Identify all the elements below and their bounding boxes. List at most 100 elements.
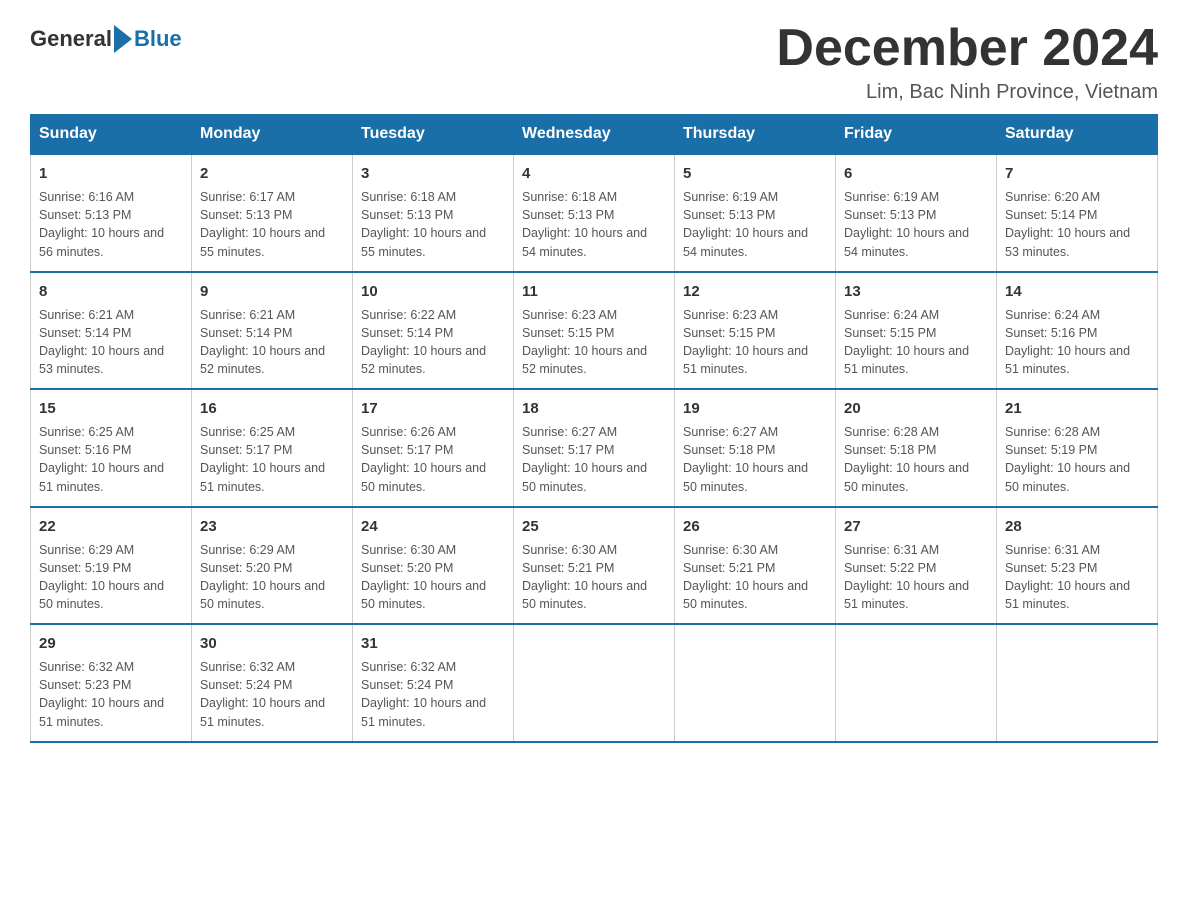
location: Lim, Bac Ninh Province, Vietnam (776, 81, 1158, 104)
day-number: 31 (361, 633, 505, 654)
day-info: Sunrise: 6:29 AMSunset: 5:19 PMDaylight:… (39, 541, 183, 614)
calendar-table: SundayMondayTuesdayWednesdayThursdayFrid… (30, 114, 1158, 743)
calendar-day-cell: 2Sunrise: 6:17 AMSunset: 5:13 PMDaylight… (192, 154, 353, 272)
day-info: Sunrise: 6:18 AMSunset: 5:13 PMDaylight:… (522, 188, 666, 261)
sunset-text: Sunset: 5:14 PM (1005, 206, 1149, 224)
calendar-day-cell (997, 624, 1158, 742)
calendar-day-cell: 28 Sunrise: 6:31 AMSunset: 5:23 PMDayligh… (997, 507, 1158, 625)
daylight-text: Daylight: 10 hours and55 minutes. (200, 224, 344, 260)
calendar-day-cell: 3Sunrise: 6:18 AMSunset: 5:13 PMDaylight… (353, 154, 514, 272)
calendar-day-cell (675, 624, 836, 742)
sunset-text: Sunset: 5:15 PM (522, 324, 666, 342)
calendar-day-cell: 31 Sunrise: 6:32 AMSunset: 5:24 PMDayligh… (353, 624, 514, 742)
day-of-week-header: Monday (192, 115, 353, 155)
sunrise-text: Sunrise: 6:23 AM (683, 306, 827, 324)
calendar-week-row: 29Sunrise: 6:32 AMSunset: 5:23 PMDayligh… (31, 624, 1158, 742)
sunset-text: Sunset: 5:22 PM (844, 559, 988, 577)
daylight-text: Daylight: 10 hours and51 minutes. (39, 459, 183, 495)
calendar-day-cell: 26Sunrise: 6:30 AMSunset: 5:21 PMDayligh… (675, 507, 836, 625)
sunrise-text: Sunrise: 6:32 AM (200, 658, 344, 676)
day-info: Sunrise: 6:27 AMSunset: 5:18 PMDaylight:… (683, 423, 827, 496)
sunrise-text: Sunrise: 6:20 AM (1005, 188, 1149, 206)
sunrise-text: Sunrise: 6:30 AM (361, 541, 505, 559)
sunset-text: Sunset: 5:17 PM (522, 441, 666, 459)
daylight-text: Daylight: 10 hours and50 minutes. (683, 577, 827, 613)
day-info: Sunrise: 6:16 AMSunset: 5:13 PMDaylight:… (39, 188, 183, 261)
day-info: Sunrise: 6:31 AMSunset: 5:23 PMDaylight:… (1005, 541, 1149, 614)
day-info: Sunrise: 6:32 AMSunset: 5:23 PMDaylight:… (39, 658, 183, 731)
day-number: 18 (522, 398, 666, 419)
logo-general-text: General (30, 26, 112, 52)
day-info: Sunrise: 6:32 AMSunset: 5:24 PMDaylight:… (361, 658, 505, 731)
sunset-text: Sunset: 5:15 PM (683, 324, 827, 342)
day-number: 17 (361, 398, 505, 419)
day-number: 28 (1005, 516, 1149, 537)
day-of-week-header: Saturday (997, 115, 1158, 155)
logo: General Blue (30, 25, 182, 53)
sunset-text: Sunset: 5:20 PM (200, 559, 344, 577)
day-info: Sunrise: 6:23 AMSunset: 5:15 PMDaylight:… (683, 306, 827, 379)
sunrise-text: Sunrise: 6:24 AM (1005, 306, 1149, 324)
calendar-day-cell: 17 Sunrise: 6:26 AMSunset: 5:17 PMDayligh… (353, 389, 514, 507)
calendar-day-cell: 15Sunrise: 6:25 AMSunset: 5:16 PMDayligh… (31, 389, 192, 507)
daylight-text: Daylight: 10 hours and51 minutes. (200, 694, 344, 730)
sunset-text: Sunset: 5:17 PM (200, 441, 344, 459)
day-number: 2 (200, 163, 344, 184)
daylight-text: Daylight: 10 hours and56 minutes. (39, 224, 183, 260)
sunset-text: Sunset: 5:24 PM (200, 676, 344, 694)
sunrise-text: Sunrise: 6:31 AM (1005, 541, 1149, 559)
day-number: 8 (39, 281, 183, 302)
calendar-day-cell: 4Sunrise: 6:18 AMSunset: 5:13 PMDaylight… (514, 154, 675, 272)
day-info: Sunrise: 6:32 AMSunset: 5:24 PMDaylight:… (200, 658, 344, 731)
calendar-week-row: 22Sunrise: 6:29 AMSunset: 5:19 PMDayligh… (31, 507, 1158, 625)
sunrise-text: Sunrise: 6:16 AM (39, 188, 183, 206)
day-number: 19 (683, 398, 827, 419)
daylight-text: Daylight: 10 hours and55 minutes. (361, 224, 505, 260)
logo-blue-text: Blue (134, 26, 182, 52)
sunset-text: Sunset: 5:14 PM (39, 324, 183, 342)
calendar-day-cell: 9Sunrise: 6:21 AMSunset: 5:14 PMDaylight… (192, 272, 353, 390)
sunset-text: Sunset: 5:21 PM (683, 559, 827, 577)
calendar-day-cell: 23Sunrise: 6:29 AMSunset: 5:20 PMDayligh… (192, 507, 353, 625)
sunset-text: Sunset: 5:16 PM (1005, 324, 1149, 342)
sunrise-text: Sunrise: 6:29 AM (39, 541, 183, 559)
sunset-text: Sunset: 5:21 PM (522, 559, 666, 577)
day-number: 10 (361, 281, 505, 302)
day-info: Sunrise: 6:26 AMSunset: 5:17 PMDaylight:… (361, 423, 505, 496)
daylight-text: Daylight: 10 hours and50 minutes. (39, 577, 183, 613)
day-info: Sunrise: 6:23 AMSunset: 5:15 PMDaylight:… (522, 306, 666, 379)
calendar-day-cell: 8 Sunrise: 6:21 AMSunset: 5:14 PMDaylight… (31, 272, 192, 390)
sunrise-text: Sunrise: 6:31 AM (844, 541, 988, 559)
day-info: Sunrise: 6:21 AMSunset: 5:14 PMDaylight:… (39, 306, 183, 379)
calendar-day-cell: 27Sunrise: 6:31 AMSunset: 5:22 PMDayligh… (836, 507, 997, 625)
title-block: December 2024 Lim, Bac Ninh Province, Vi… (776, 20, 1158, 104)
sunrise-text: Sunrise: 6:28 AM (1005, 423, 1149, 441)
calendar-day-cell: 29Sunrise: 6:32 AMSunset: 5:23 PMDayligh… (31, 624, 192, 742)
calendar-week-row: 15Sunrise: 6:25 AMSunset: 5:16 PMDayligh… (31, 389, 1158, 507)
calendar-day-cell: 21Sunrise: 6:28 AMSunset: 5:19 PMDayligh… (997, 389, 1158, 507)
sunset-text: Sunset: 5:15 PM (844, 324, 988, 342)
header: General Blue December 2024 Lim, Bac Ninh… (30, 20, 1158, 104)
sunset-text: Sunset: 5:13 PM (39, 206, 183, 224)
day-number: 16 (200, 398, 344, 419)
sunset-text: Sunset: 5:13 PM (522, 206, 666, 224)
sunrise-text: Sunrise: 6:27 AM (683, 423, 827, 441)
day-number: 24 (361, 516, 505, 537)
day-number: 5 (683, 163, 827, 184)
day-number: 23 (200, 516, 344, 537)
day-number: 21 (1005, 398, 1149, 419)
sunset-text: Sunset: 5:16 PM (39, 441, 183, 459)
calendar-day-cell: 24Sunrise: 6:30 AMSunset: 5:20 PMDayligh… (353, 507, 514, 625)
month-title: December 2024 (776, 20, 1158, 77)
daylight-text: Daylight: 10 hours and53 minutes. (39, 342, 183, 378)
day-info: Sunrise: 6:20 AMSunset: 5:14 PMDaylight:… (1005, 188, 1149, 261)
sunrise-text: Sunrise: 6:25 AM (200, 423, 344, 441)
day-of-week-header: Tuesday (353, 115, 514, 155)
daylight-text: Daylight: 10 hours and51 minutes. (39, 694, 183, 730)
daylight-text: Daylight: 10 hours and50 minutes. (361, 577, 505, 613)
sunset-text: Sunset: 5:24 PM (361, 676, 505, 694)
sunrise-text: Sunrise: 6:21 AM (39, 306, 183, 324)
day-info: Sunrise: 6:30 AMSunset: 5:21 PMDaylight:… (683, 541, 827, 614)
daylight-text: Daylight: 10 hours and50 minutes. (683, 459, 827, 495)
day-of-week-header: Friday (836, 115, 997, 155)
